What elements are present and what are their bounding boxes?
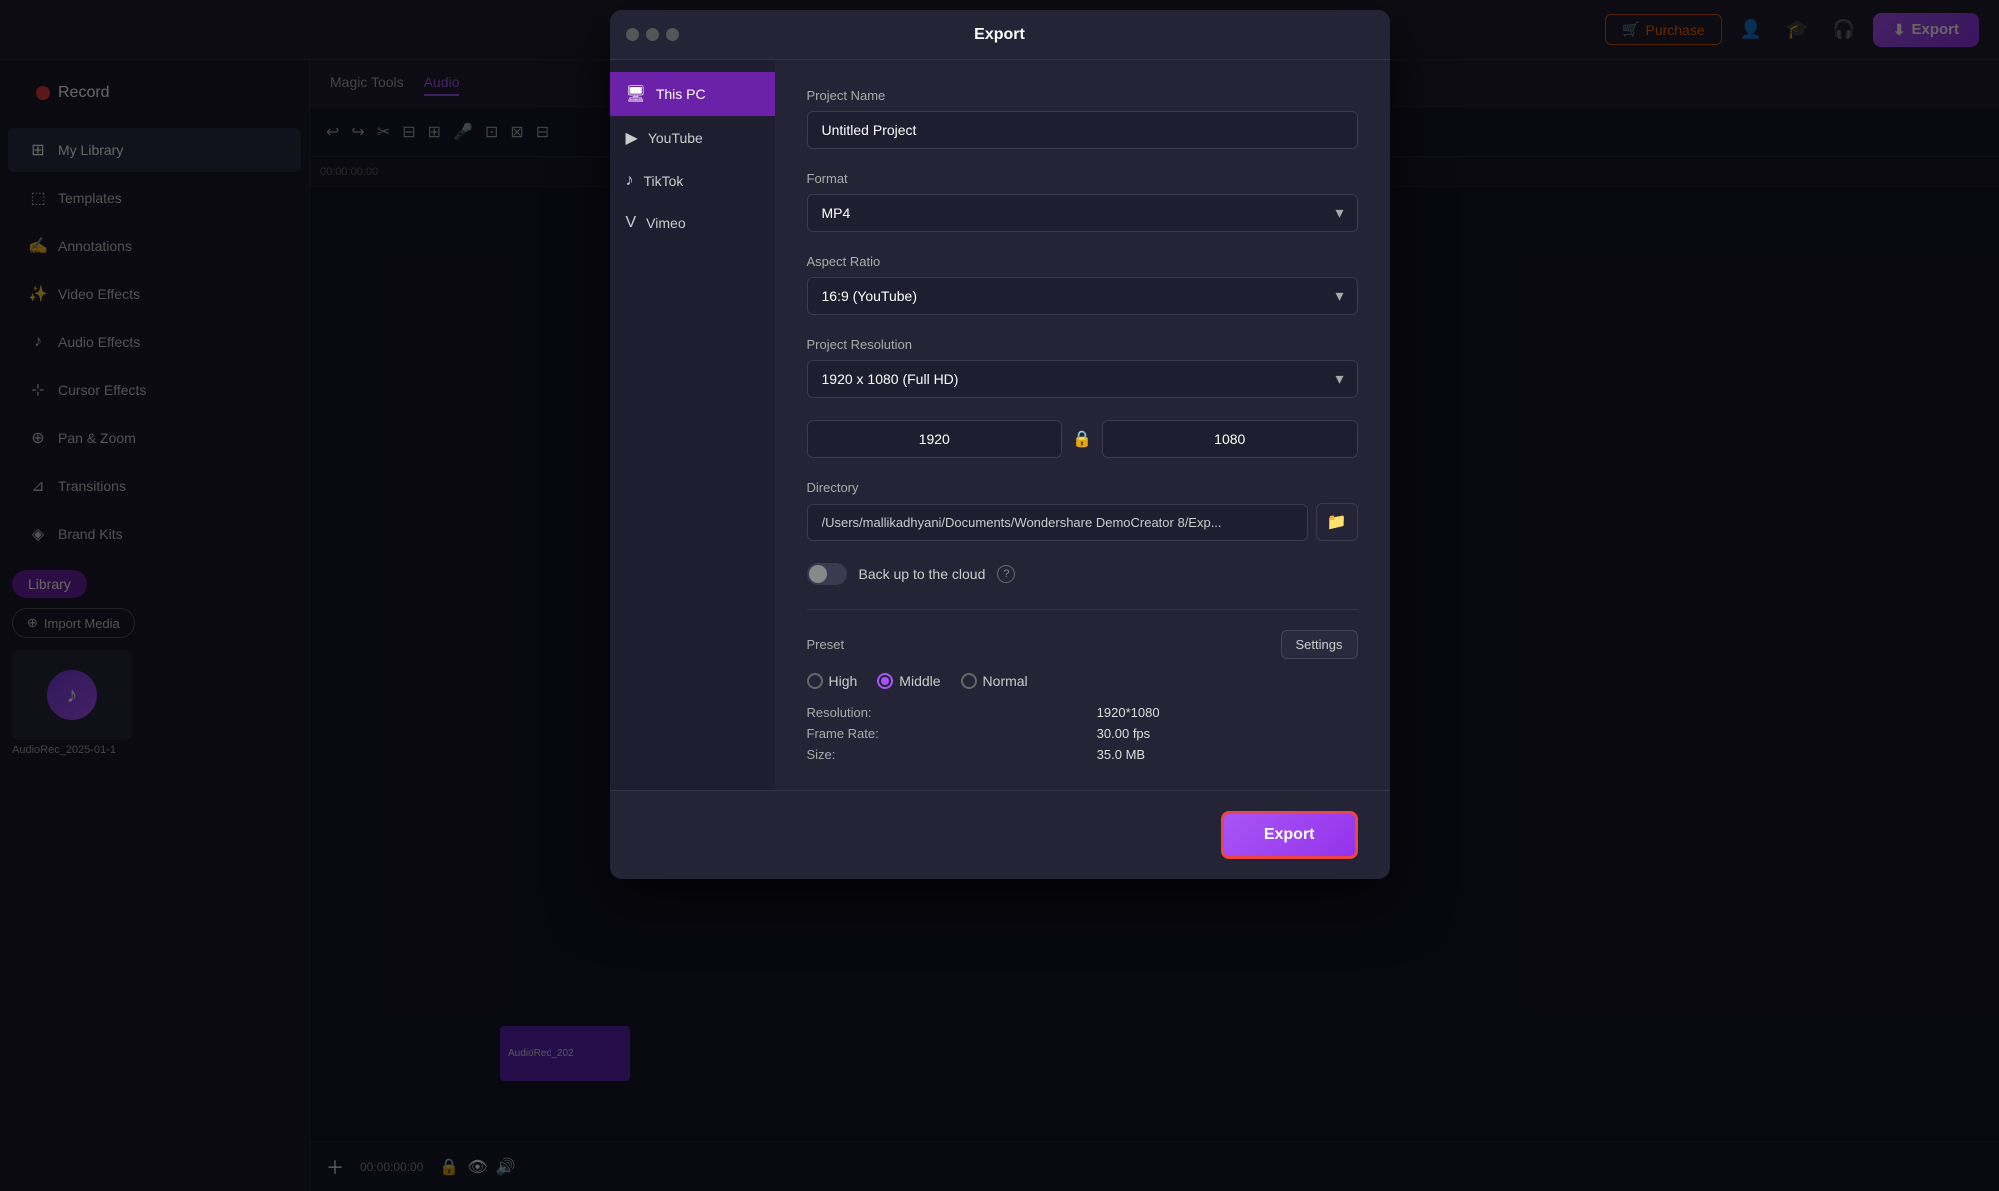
modal-body: 🖥 This PC ▶ YouTube ♪ TikTok V Vimeo <box>610 60 1390 790</box>
cloud-backup-toggle[interactable] <box>807 563 847 585</box>
preset-header: Preset Settings <box>807 630 1358 659</box>
app-container: Untitled Project 🛒 Purchase 👤 🎓 🎧 ⬇ Expo… <box>0 0 1999 1191</box>
radio-middle[interactable] <box>877 673 893 689</box>
export-final-button[interactable]: Export <box>1221 811 1358 859</box>
aspect-ratio-group: Aspect Ratio 16:9 (YouTube) 9:16 (TikTok… <box>807 254 1358 315</box>
preset-details: Resolution: 1920*1080 Frame Rate: 30.00 … <box>807 705 1358 762</box>
browse-folder-button[interactable]: 📁 <box>1316 503 1358 541</box>
format-label: Format <box>807 171 1358 186</box>
resolution-row: 🔒 <box>807 420 1358 458</box>
format-select-wrapper: MP4 MOV AVI GIF MP3 <box>807 194 1358 232</box>
divider <box>807 609 1358 610</box>
radio-normal[interactable] <box>961 673 977 689</box>
modal-main-form: Project Name Format MP4 MOV AVI GIF <box>775 60 1390 790</box>
cloud-label: Back up to the cloud <box>859 566 986 582</box>
lock-icon[interactable]: 🔒 <box>1072 429 1092 449</box>
framerate-detail-value: 30.00 fps <box>1097 726 1358 741</box>
preset-normal[interactable]: Normal <box>961 673 1028 689</box>
resolution-detail-value: 1920*1080 <box>1097 705 1358 720</box>
directory-group: Directory 📁 <box>807 480 1358 541</box>
format-group: Format MP4 MOV AVI GIF MP3 <box>807 171 1358 232</box>
modal-nav-vimeo[interactable]: V Vimeo <box>610 202 775 244</box>
resolution-detail-label: Resolution: <box>807 705 1077 720</box>
preset-high[interactable]: High <box>807 673 858 689</box>
resolution-select[interactable]: 1920 x 1080 (Full HD) 1280 x 720 (HD) 38… <box>807 360 1358 398</box>
height-input[interactable] <box>1102 420 1358 458</box>
modal-nav-youtube[interactable]: ▶ YouTube <box>610 116 775 160</box>
directory-label: Directory <box>807 480 1358 495</box>
preset-label: Preset <box>807 637 845 652</box>
project-name-group: Project Name <box>807 88 1358 149</box>
resolution-select-wrapper: 1920 x 1080 (Full HD) 1280 x 720 (HD) 38… <box>807 360 1358 398</box>
preset-settings-button[interactable]: Settings <box>1281 630 1358 659</box>
toggle-knob <box>809 565 827 583</box>
modal-nav-tiktok[interactable]: ♪ TikTok <box>610 160 775 202</box>
modal-footer: Export <box>610 790 1390 879</box>
resolution-label: Project Resolution <box>807 337 1358 352</box>
youtube-icon: ▶ <box>626 128 638 148</box>
modal-title: Export <box>974 26 1025 44</box>
dimensions-group: 🔒 <box>807 420 1358 458</box>
modal-sidebar: 🖥 This PC ▶ YouTube ♪ TikTok V Vimeo <box>610 60 775 790</box>
modal-overlay: Export 🖥 This PC ▶ YouTube ♪ Ti <box>0 0 1999 1191</box>
tiktok-icon: ♪ <box>626 172 634 190</box>
vimeo-icon: V <box>626 214 637 232</box>
resolution-group: Project Resolution 1920 x 1080 (Full HD)… <box>807 337 1358 398</box>
directory-row: 📁 <box>807 503 1358 541</box>
framerate-detail-label: Frame Rate: <box>807 726 1077 741</box>
format-select[interactable]: MP4 MOV AVI GIF MP3 <box>807 194 1358 232</box>
project-name-input[interactable] <box>807 111 1358 149</box>
size-detail-value: 35.0 MB <box>1097 747 1358 762</box>
preset-middle[interactable]: Middle <box>877 673 940 689</box>
modal-header: Export <box>610 10 1390 60</box>
preset-section: Preset Settings High <box>807 630 1358 762</box>
aspect-ratio-select[interactable]: 16:9 (YouTube) 9:16 (TikTok) 1:1 (Square… <box>807 277 1358 315</box>
export-modal: Export 🖥 This PC ▶ YouTube ♪ Ti <box>610 10 1390 879</box>
aspect-ratio-select-wrapper: 16:9 (YouTube) 9:16 (TikTok) 1:1 (Square… <box>807 277 1358 315</box>
width-input[interactable] <box>807 420 1063 458</box>
modal-nav-this-pc[interactable]: 🖥 This PC <box>610 72 775 116</box>
minimize-traffic-light[interactable] <box>646 28 659 41</box>
this-pc-icon: 🖥 <box>626 84 646 104</box>
aspect-ratio-label: Aspect Ratio <box>807 254 1358 269</box>
size-detail-label: Size: <box>807 747 1077 762</box>
maximize-traffic-light[interactable] <box>666 28 679 41</box>
close-traffic-light[interactable] <box>626 28 639 41</box>
project-name-label: Project Name <box>807 88 1358 103</box>
preset-options: High Middle Normal <box>807 673 1358 689</box>
radio-high[interactable] <box>807 673 823 689</box>
directory-input[interactable] <box>807 504 1308 541</box>
cloud-backup-row: Back up to the cloud ? <box>807 563 1358 585</box>
help-icon[interactable]: ? <box>997 565 1015 583</box>
traffic-lights <box>626 28 679 41</box>
